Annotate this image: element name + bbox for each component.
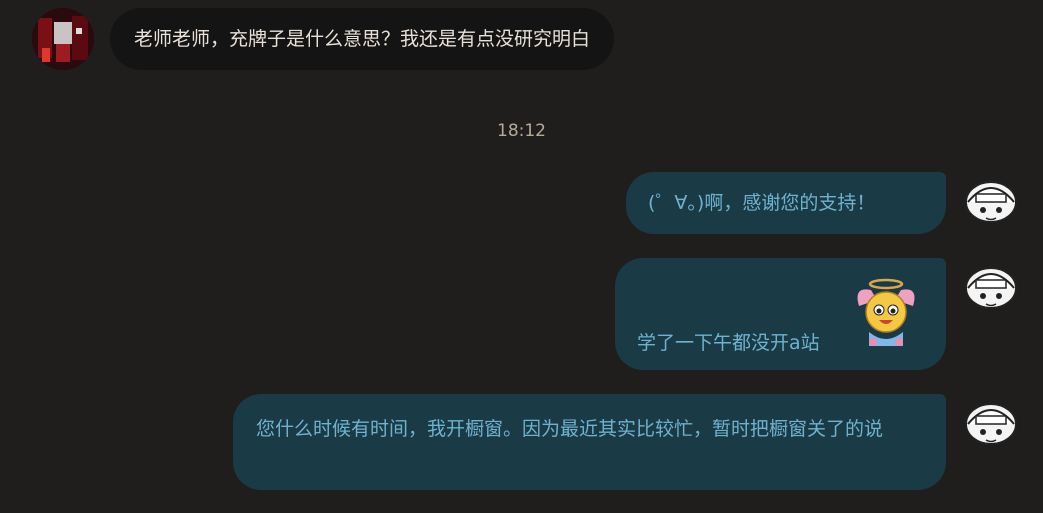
incoming-message: 老师老师，充牌子是什么意思？我还是有点没研究明白 (110, 8, 615, 70)
outgoing-message: (゜∀。)啊，感谢您的支持！ (626, 172, 946, 234)
self-avatar[interactable] (962, 266, 1020, 314)
self-avatar[interactable] (962, 180, 1020, 228)
outgoing-message-text: 学了一下午都没开a站 (637, 332, 820, 354)
contact-avatar[interactable] (32, 8, 94, 70)
avatar-manga-girl-icon (962, 266, 1020, 314)
cartoon-angel-sticker-icon (857, 278, 915, 346)
avatar-manga-girl-icon (962, 402, 1020, 450)
message-timestamp: 18:12 (497, 121, 546, 141)
contact-avatar-image (32, 8, 94, 70)
self-avatar[interactable] (962, 402, 1020, 450)
outgoing-message: 您什么时候有时间，我开橱窗。因为最近其实比较忙，暂时把橱窗关了的说 (233, 394, 946, 490)
avatar-manga-girl-icon (962, 180, 1020, 228)
outgoing-message-with-sticker: 学了一下午都没开a站 (615, 258, 946, 370)
